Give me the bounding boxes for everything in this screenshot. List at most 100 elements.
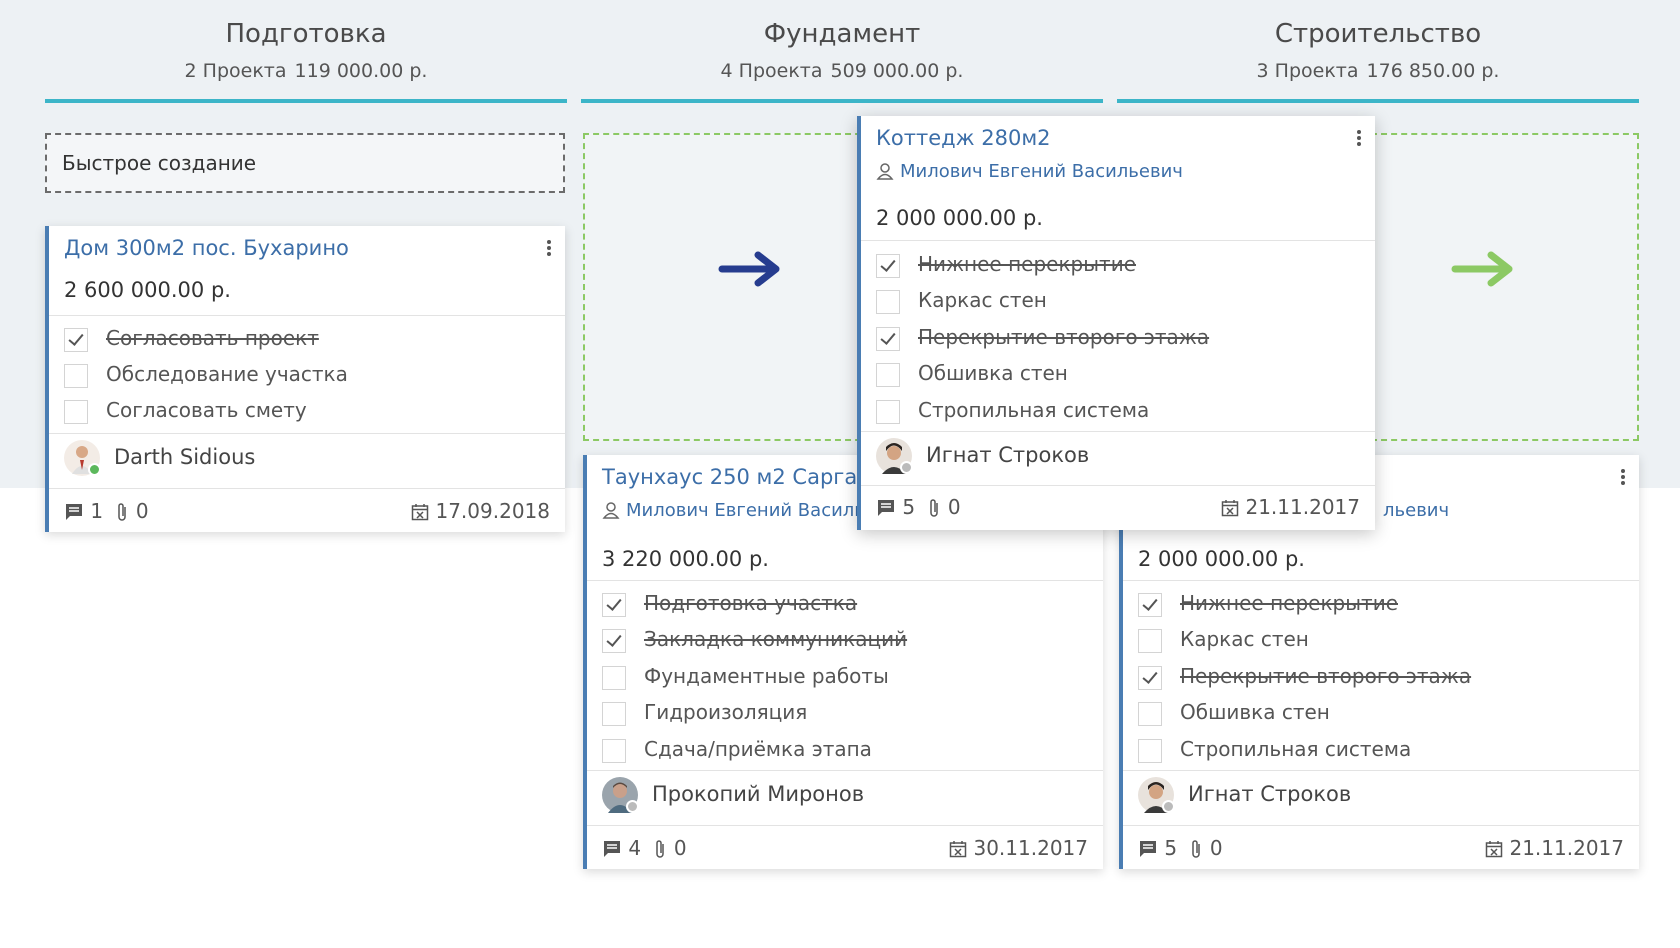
task-item[interactable]: Стропильная система bbox=[1138, 735, 1411, 763]
column-sum: 119 000.00 р. bbox=[294, 60, 428, 82]
task-checkbox[interactable] bbox=[64, 363, 88, 388]
task-item[interactable]: Закладка коммуникаций bbox=[602, 625, 907, 653]
dragged-project-card[interactable]: Коттедж 280м2 Милович Евгений Васильевич… bbox=[857, 116, 1375, 530]
task-checkbox[interactable] bbox=[602, 738, 626, 763]
more-menu-icon[interactable] bbox=[1355, 128, 1363, 150]
card-assignee[interactable]: Игнат Строков bbox=[1138, 777, 1351, 813]
comment-icon[interactable] bbox=[876, 498, 896, 518]
attachment-icon[interactable] bbox=[1189, 839, 1203, 859]
task-checkbox[interactable] bbox=[1138, 628, 1162, 653]
quick-create-input[interactable]: Быстрое создание bbox=[45, 133, 565, 193]
task-item[interactable]: Перекрытие второго этажа bbox=[1138, 662, 1471, 690]
task-checkbox[interactable] bbox=[876, 289, 900, 314]
avatar bbox=[64, 440, 101, 476]
assignee-name: Прокопий Миронов bbox=[652, 782, 865, 806]
task-label: Перекрытие второго этажа bbox=[918, 325, 1210, 349]
task-item[interactable]: Каркас стен bbox=[1138, 625, 1309, 653]
card-assignee[interactable]: Прокопий Миронов bbox=[602, 777, 864, 813]
task-item[interactable]: Фундаментные работы bbox=[602, 662, 889, 690]
task-item[interactable]: Стропильная система bbox=[876, 396, 1149, 424]
column-underline bbox=[1117, 99, 1639, 103]
task-item[interactable]: Обшивка стен bbox=[1138, 698, 1330, 726]
task-label: Закладка коммуникаций bbox=[644, 627, 908, 651]
task-checkbox[interactable] bbox=[602, 628, 626, 653]
avatar bbox=[876, 438, 913, 474]
task-item[interactable]: Нижнее перекрытие bbox=[876, 250, 1136, 278]
more-menu-icon[interactable] bbox=[1619, 467, 1627, 489]
project-card[interactable]: Дом 300м2 пос. Бухарино 2 600 000.00 р. … bbox=[45, 226, 565, 532]
column-count: 4 Проекта bbox=[720, 60, 823, 82]
task-checkbox[interactable] bbox=[64, 399, 88, 424]
responsible-name: льевич bbox=[1383, 500, 1450, 521]
card-title[interactable]: Дом 300м2 пос. Бухарино bbox=[64, 236, 349, 260]
attachment-icon[interactable] bbox=[653, 839, 667, 859]
task-item[interactable]: Согласовать проект bbox=[64, 324, 319, 352]
divider bbox=[49, 315, 565, 316]
task-checkbox[interactable] bbox=[64, 327, 88, 352]
divider bbox=[587, 825, 1103, 826]
user-icon bbox=[876, 163, 894, 180]
assignee-name: Игнат Строков bbox=[926, 443, 1090, 467]
card-title[interactable]: Таунхаус 250 м2 Саргазы bbox=[602, 465, 885, 489]
task-item[interactable]: Обшивка стен bbox=[876, 359, 1068, 387]
comment-icon[interactable] bbox=[64, 502, 84, 522]
column-sum: 509 000.00 р. bbox=[830, 60, 964, 82]
task-checkbox[interactable] bbox=[602, 701, 626, 726]
task-checkbox[interactable] bbox=[1138, 665, 1162, 690]
task-item[interactable]: Перекрытие второго этажа bbox=[876, 323, 1209, 351]
task-label: Обследование участка bbox=[106, 362, 348, 386]
divider bbox=[1123, 770, 1639, 771]
card-amount: 2 600 000.00 р. bbox=[64, 278, 231, 302]
task-label: Согласовать проект bbox=[106, 326, 319, 350]
task-item[interactable]: Каркас стен bbox=[876, 286, 1047, 314]
task-label: Обшивка стен bbox=[918, 361, 1068, 385]
attachment-icon[interactable] bbox=[927, 498, 941, 518]
column-title: Строительство bbox=[1274, 19, 1482, 49]
comment-count: 5 bbox=[902, 495, 916, 519]
card-assignee[interactable]: Darth Sidious bbox=[64, 440, 255, 476]
calendar-icon bbox=[950, 841, 967, 858]
task-label: Сдача/приёмка этапа bbox=[644, 737, 872, 761]
task-checkbox[interactable] bbox=[876, 399, 900, 424]
task-checkbox[interactable] bbox=[1138, 701, 1162, 726]
comment-icon[interactable] bbox=[602, 839, 622, 859]
card-footer: 5 0 21.11.2017 bbox=[876, 492, 1360, 522]
task-item[interactable]: Обследование участка bbox=[64, 360, 348, 388]
task-label: Гидроизоляция bbox=[644, 700, 808, 724]
column-summary: 2 Проекта 119 000.00 р. bbox=[45, 60, 567, 82]
task-item[interactable]: Гидроизоляция bbox=[602, 698, 807, 726]
divider bbox=[1123, 825, 1639, 826]
attachment-icon[interactable] bbox=[115, 502, 129, 522]
task-label: Нижнее перекрытие bbox=[1180, 591, 1398, 615]
task-item[interactable]: Согласовать смету bbox=[64, 396, 307, 424]
attachment-count: 0 bbox=[673, 836, 687, 860]
task-label: Каркас стен bbox=[1180, 627, 1309, 651]
task-checkbox[interactable] bbox=[1138, 592, 1162, 617]
task-item[interactable]: Нижнее перекрытие bbox=[1138, 589, 1398, 617]
attachment-count: 0 bbox=[947, 495, 961, 519]
task-checkbox[interactable] bbox=[876, 362, 900, 387]
more-menu-icon[interactable] bbox=[545, 238, 553, 260]
due-date-text: 21.11.2017 bbox=[1245, 495, 1360, 519]
user-icon bbox=[602, 502, 620, 519]
divider bbox=[587, 580, 1103, 581]
card-responsible[interactable]: Милович Евгений Васильевич bbox=[876, 161, 1183, 182]
task-checkbox[interactable] bbox=[602, 592, 626, 617]
task-item[interactable]: Подготовка участка bbox=[602, 589, 857, 617]
task-item[interactable]: Сдача/приёмка этапа bbox=[602, 735, 872, 763]
card-responsible[interactable]: льевич bbox=[1383, 500, 1449, 521]
column-sum: 176 850.00 р. bbox=[1366, 60, 1500, 82]
task-checkbox[interactable] bbox=[1138, 738, 1162, 763]
comment-icon[interactable] bbox=[1138, 839, 1158, 859]
task-checkbox[interactable] bbox=[602, 665, 626, 690]
task-label: Согласовать смету bbox=[106, 398, 307, 422]
avatar bbox=[602, 777, 639, 813]
column-summary: 3 Проекта 176 850.00 р. bbox=[1117, 60, 1639, 82]
card-assignee[interactable]: Игнат Строков bbox=[876, 438, 1089, 474]
card-title[interactable]: Коттедж 280м2 bbox=[876, 126, 1051, 150]
task-checkbox[interactable] bbox=[876, 253, 900, 278]
task-checkbox[interactable] bbox=[876, 326, 900, 351]
due-date-text: 30.11.2017 bbox=[973, 836, 1088, 860]
column-underline bbox=[45, 99, 567, 103]
calendar-icon bbox=[412, 504, 429, 521]
